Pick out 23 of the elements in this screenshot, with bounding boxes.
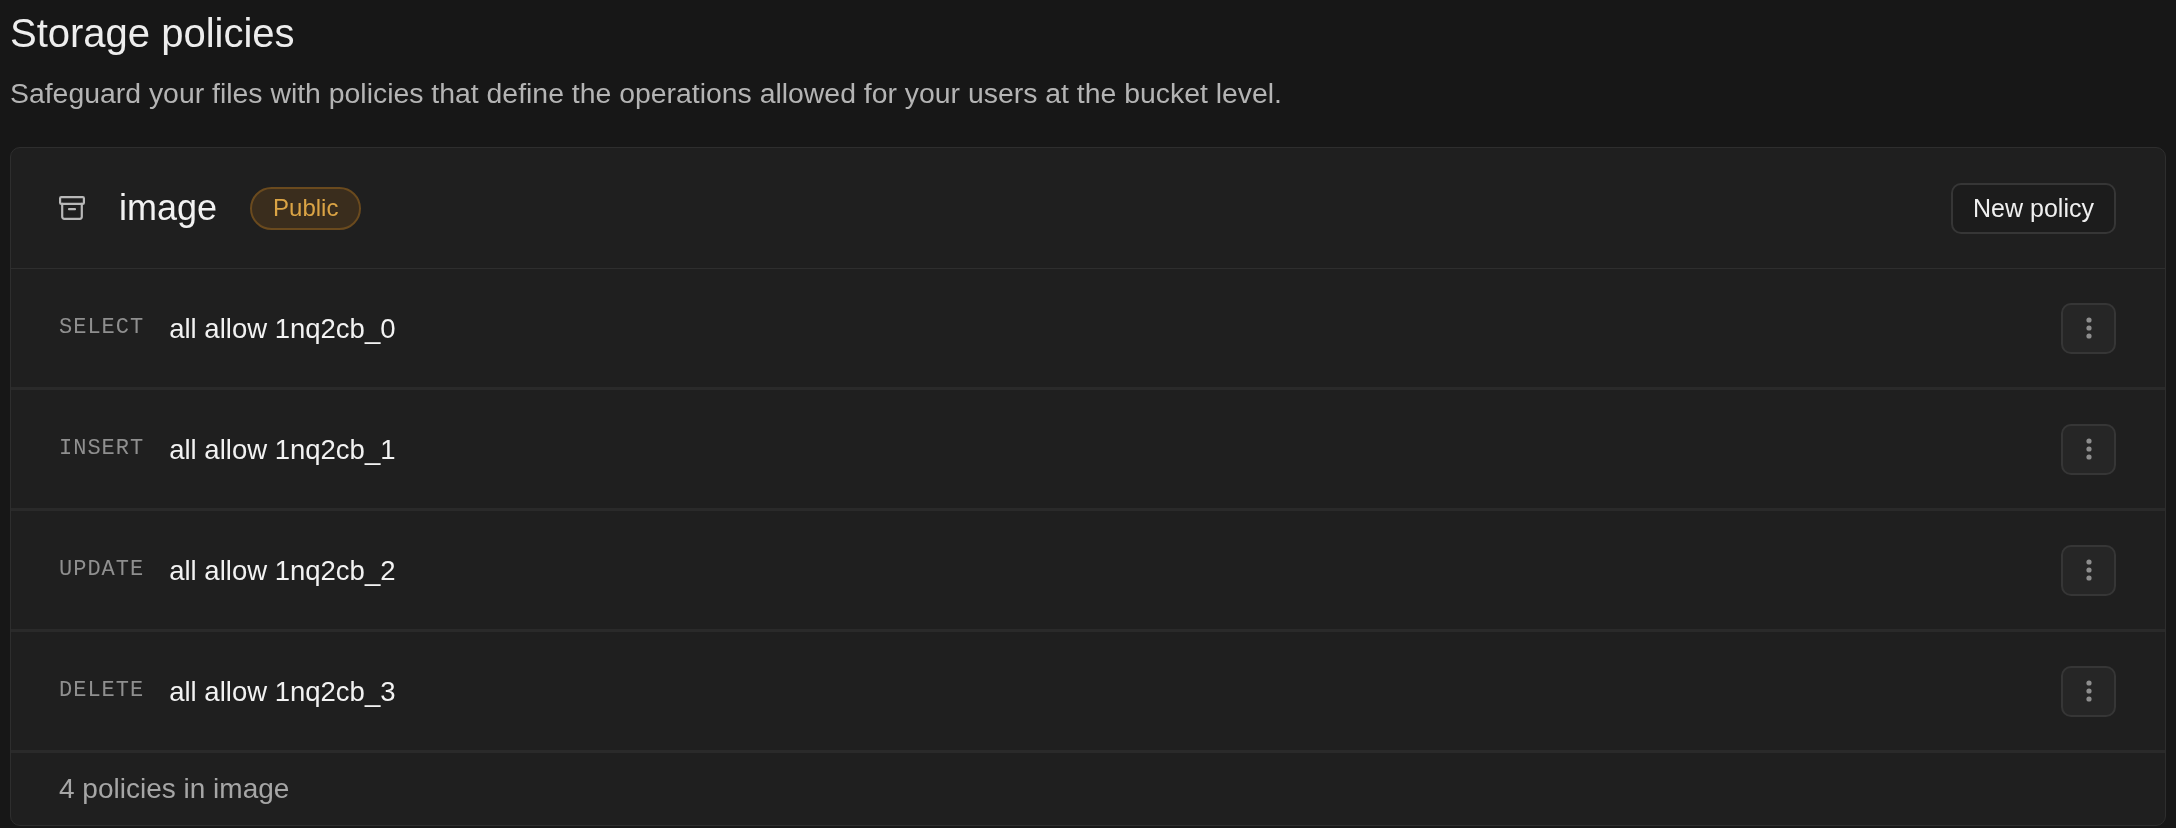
policy-command: UPDATE xyxy=(59,559,145,582)
policy-command: DELETE xyxy=(59,680,145,703)
policy-name: all allow 1nq2cb_0 xyxy=(169,314,396,343)
page-title: Storage policies xyxy=(10,10,295,53)
page-description: Safeguard your files with policies that define the operations allowed for your users at the bucket level. xyxy=(10,79,1282,108)
bucket-name: image xyxy=(119,190,218,227)
more-options-button[interactable] xyxy=(2061,665,2116,717)
more-options-button[interactable] xyxy=(2061,302,2116,354)
policy-name: all allow 1nq2cb_1 xyxy=(169,435,396,464)
vertical-dots-icon xyxy=(2085,438,2092,461)
more-options-button[interactable] xyxy=(2061,544,2116,596)
policy-count: 4 policies in image xyxy=(59,775,290,804)
policy-command: INSERT xyxy=(59,438,145,461)
vertical-dots-icon xyxy=(2085,559,2092,582)
vertical-dots-icon xyxy=(2085,317,2092,340)
more-options-button[interactable] xyxy=(2061,423,2116,475)
policy-command: SELECT xyxy=(59,317,145,340)
visibility-badge: Public xyxy=(250,186,362,230)
vertical-dots-icon xyxy=(2085,680,2092,703)
policy-name: all allow 1nq2cb_2 xyxy=(169,556,396,585)
archive-icon xyxy=(59,196,85,221)
policy-name: all allow 1nq2cb_3 xyxy=(169,677,396,706)
new-policy-button[interactable]: New policy xyxy=(1951,182,2116,234)
